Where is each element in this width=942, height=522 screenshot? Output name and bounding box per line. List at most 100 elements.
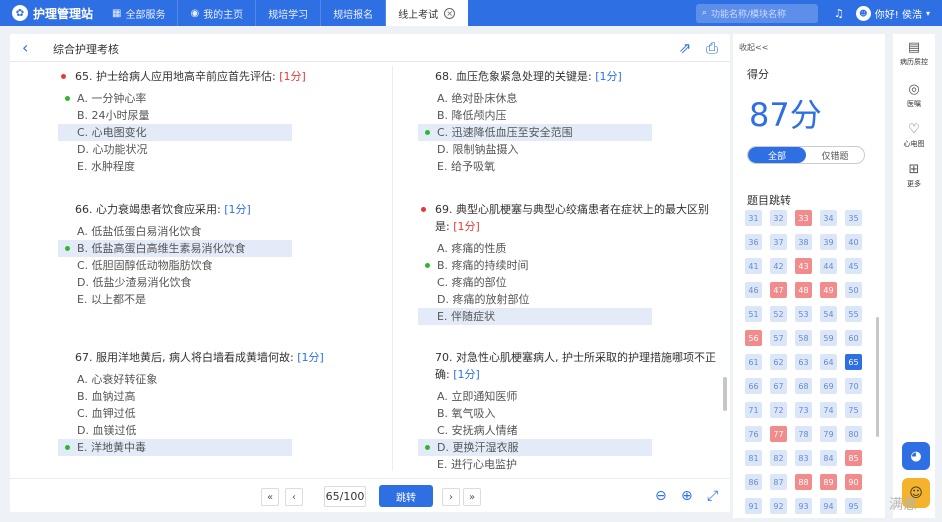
prev-page-button[interactable]: ‹ xyxy=(285,488,303,506)
question-jump-cell[interactable]: 64 xyxy=(820,354,837,370)
tab-my-home[interactable]: ◉ 我的主页 xyxy=(178,0,257,26)
question-jump-cell[interactable]: 38 xyxy=(795,234,812,250)
question-jump-cell[interactable]: 50 xyxy=(845,282,862,298)
answer-option[interactable]: C. 安抚病人情绪 xyxy=(418,422,652,439)
question-jump-cell[interactable]: 37 xyxy=(770,234,787,250)
tool-orders[interactable]: ◎ 医嘱 xyxy=(893,82,935,109)
question-jump-cell[interactable]: 42 xyxy=(770,258,787,274)
question-jump-cell[interactable]: 36 xyxy=(745,234,762,250)
zoom-in-icon[interactable]: ⊕ xyxy=(681,488,693,504)
question-jump-cell[interactable]: 90 xyxy=(845,474,862,490)
question-jump-cell[interactable]: 92 xyxy=(770,498,787,514)
answer-option[interactable]: D. 更换汗湿衣服 xyxy=(418,439,652,456)
assistant-mascot-icon[interactable]: ◕ xyxy=(902,442,930,470)
answer-option[interactable]: B. 血钠过高 xyxy=(58,388,292,405)
question-jump-cell[interactable]: 86 xyxy=(745,474,762,490)
answer-option[interactable]: C. 迅速降低血压至安全范围 xyxy=(418,124,652,141)
tab-all-services[interactable]: ▦ 全部服务 xyxy=(100,0,179,26)
question-jump-cell[interactable]: 67 xyxy=(770,378,787,394)
question-jump-cell[interactable]: 51 xyxy=(745,306,762,322)
content-scrollbar[interactable] xyxy=(723,377,727,411)
answer-option[interactable]: A. 心衰好转征象 xyxy=(58,371,292,388)
question-jump-cell[interactable]: 40 xyxy=(845,234,862,250)
filter-wrong-button[interactable]: 仅错题 xyxy=(806,147,864,163)
question-jump-cell[interactable]: 69 xyxy=(820,378,837,394)
question-jump-cell[interactable]: 89 xyxy=(820,474,837,490)
question-list[interactable]: 65. 护士给病人应用地高辛前应首先评估: [1分] A. 一分钟心率 B. 24小… xyxy=(10,62,730,477)
answer-option[interactable]: B. 降低颅内压 xyxy=(418,107,652,124)
last-page-button[interactable]: » xyxy=(463,488,481,506)
answer-option[interactable]: D. 疼痛的放射部位 xyxy=(418,291,652,308)
question-jump-cell[interactable]: 76 xyxy=(745,426,762,442)
answer-option[interactable]: B. 低盐高蛋白高维生素易消化饮食 xyxy=(58,240,292,257)
answer-option[interactable]: A. 低盐低蛋白易消化饮食 xyxy=(58,223,292,240)
question-jump-cell[interactable]: 57 xyxy=(770,330,787,346)
question-jump-cell[interactable]: 88 xyxy=(795,474,812,490)
question-jump-cell[interactable]: 80 xyxy=(845,426,862,442)
chevron-down-icon[interactable]: ▾ xyxy=(926,9,930,18)
question-jump-cell[interactable]: 43 xyxy=(795,258,812,274)
zoom-out-icon[interactable]: ⊖ xyxy=(655,488,667,504)
tab-training-study[interactable]: 规培学习 xyxy=(256,0,322,26)
answer-option[interactable]: E. 洋地黄中毒 xyxy=(58,439,292,456)
share-icon[interactable]: ⇗ xyxy=(675,38,695,58)
app-logo[interactable]: ✿ 护理管理站 xyxy=(0,5,100,22)
avatar[interactable]: ☻ xyxy=(855,5,871,21)
answer-option[interactable]: E. 给予吸氧 xyxy=(418,158,652,175)
question-jump-cell[interactable]: 56 xyxy=(745,330,762,346)
question-jump-cell[interactable]: 48 xyxy=(795,282,812,298)
answer-option[interactable]: C. 疼痛的部位 xyxy=(418,274,652,291)
answer-option[interactable]: E. 进行心电监护 xyxy=(418,456,652,473)
search-input[interactable]: ⌕ 功能名称/模块名称 xyxy=(695,3,818,23)
answer-option[interactable]: D. 低盐少渣易消化饮食 xyxy=(58,274,292,291)
next-page-button[interactable]: › xyxy=(442,488,460,506)
answer-option[interactable]: A. 疼痛的性质 xyxy=(418,240,652,257)
question-jump-cell[interactable]: 85 xyxy=(845,450,862,466)
question-jump-cell[interactable]: 84 xyxy=(820,450,837,466)
tool-more[interactable]: ⊞ 更多 xyxy=(893,162,935,189)
question-jump-cell[interactable]: 45 xyxy=(845,258,862,274)
user-greeting[interactable]: 你好! 侯浩 xyxy=(875,6,922,21)
question-jump-cell[interactable]: 59 xyxy=(820,330,837,346)
question-jump-cell[interactable]: 60 xyxy=(845,330,862,346)
page-number-input[interactable]: 65/100 xyxy=(324,486,366,507)
question-jump-cell[interactable]: 77 xyxy=(770,426,787,442)
question-jump-cell[interactable]: 66 xyxy=(745,378,762,394)
question-jump-cell[interactable]: 39 xyxy=(820,234,837,250)
question-jump-cell[interactable]: 58 xyxy=(795,330,812,346)
question-jump-cell[interactable]: 91 xyxy=(745,498,762,514)
answer-option[interactable]: D. 限制钠盐摄入 xyxy=(418,141,652,158)
question-jump-cell[interactable]: 33 xyxy=(795,210,812,226)
answer-option[interactable]: E. 以上都不是 xyxy=(58,291,292,308)
question-jump-cell[interactable]: 54 xyxy=(820,306,837,322)
answer-option[interactable]: E. 水肿程度 xyxy=(58,158,292,175)
question-jump-cell[interactable]: 78 xyxy=(795,426,812,442)
question-jump-cell[interactable]: 52 xyxy=(770,306,787,322)
tab-online-exam[interactable]: 线上考试 × xyxy=(386,0,469,26)
answer-option[interactable]: A. 立即通知医师 xyxy=(418,388,652,405)
answer-option[interactable]: C. 血钾过低 xyxy=(58,405,292,422)
question-jump-cell[interactable]: 41 xyxy=(745,258,762,274)
answer-option[interactable]: A. 绝对卧床休息 xyxy=(418,90,652,107)
question-jump-cell[interactable]: 94 xyxy=(820,498,837,514)
back-icon[interactable]: ‹ xyxy=(22,38,28,57)
panel-scrollbar[interactable] xyxy=(876,317,879,437)
bell-icon[interactable]: ♫ xyxy=(834,7,844,20)
question-jump-cell[interactable]: 95 xyxy=(845,498,862,514)
question-jump-cell[interactable]: 74 xyxy=(820,402,837,418)
answer-option[interactable]: C. 心电图变化 xyxy=(58,124,292,141)
question-jump-cell[interactable]: 35 xyxy=(845,210,862,226)
question-jump-cell[interactable]: 46 xyxy=(745,282,762,298)
question-jump-cell[interactable]: 75 xyxy=(845,402,862,418)
question-jump-cell[interactable]: 72 xyxy=(770,402,787,418)
question-jump-cell[interactable]: 81 xyxy=(745,450,762,466)
question-jump-cell[interactable]: 55 xyxy=(845,306,862,322)
question-jump-cell[interactable]: 93 xyxy=(795,498,812,514)
answer-option[interactable]: D. 心功能状况 xyxy=(58,141,292,158)
question-jump-cell[interactable]: 83 xyxy=(795,450,812,466)
answer-option[interactable]: A. 一分钟心率 xyxy=(58,90,292,107)
question-jump-cell[interactable]: 68 xyxy=(795,378,812,394)
question-jump-cell[interactable]: 31 xyxy=(745,210,762,226)
collapse-button[interactable]: 收起<< xyxy=(739,42,768,53)
question-jump-cell[interactable]: 34 xyxy=(820,210,837,226)
